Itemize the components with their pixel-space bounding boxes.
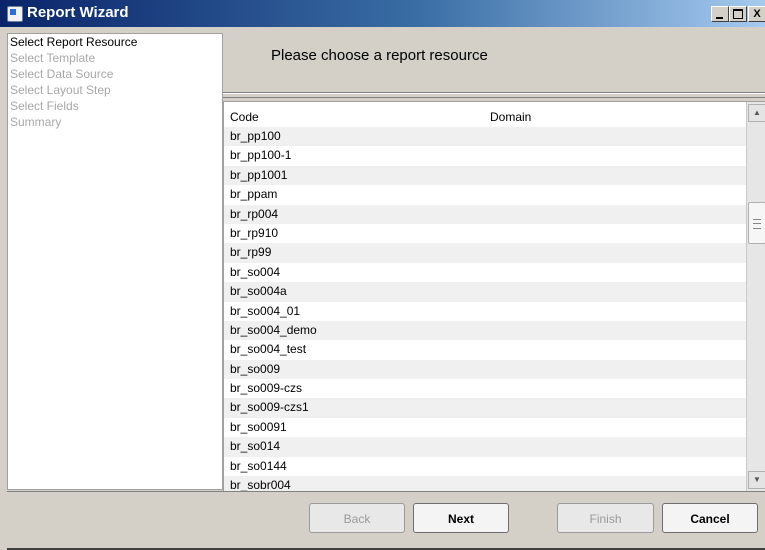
step-select-template: Select Template [10, 51, 96, 65]
table-row[interactable]: br_so009-czs [224, 379, 746, 399]
table-row[interactable]: br_so0091 [224, 417, 746, 438]
step-summary: Summary [10, 115, 62, 129]
step-select-report-resource: Select Report Resource [10, 35, 138, 49]
maximize-icon [733, 9, 743, 19]
header-divider-highlight [223, 93, 765, 94]
minimize-icon [716, 17, 723, 19]
resource-table[interactable]: Code Domain br_pp100 br_pp100-1 br_pp1001 b… [223, 101, 765, 492]
table-row[interactable]: br_so0144 [224, 456, 746, 477]
header-divider-lower [223, 97, 765, 98]
vertical-scrollbar[interactable]: ▲ ▼ [746, 102, 765, 491]
table-row[interactable]: br_so004_01 [224, 301, 746, 321]
cancel-button[interactable]: Cancel [662, 503, 758, 533]
table-row[interactable]: br_so004_demo [224, 320, 746, 341]
table-body: br_pp100 br_pp100-1 br_pp1001 br_ppam br_rp0… [224, 127, 746, 491]
wizard-header: Please choose a report resource [223, 33, 765, 91]
table-row[interactable]: br_so009 [224, 359, 746, 380]
maximize-button[interactable] [729, 6, 747, 22]
minimize-button[interactable] [711, 6, 729, 22]
table-row[interactable]: br_so004a [224, 282, 746, 302]
table-row[interactable]: br_so014 [224, 437, 746, 457]
wizard-steps-panel: Select Report Resource Select Template S… [7, 33, 223, 490]
step-select-fields: Select Fields [10, 99, 79, 113]
grip-icon [753, 219, 761, 229]
step-select-layout-step: Select Layout Step [10, 83, 111, 97]
close-button[interactable]: X [748, 6, 765, 22]
table-row[interactable]: br_rp99 [224, 243, 746, 263]
scrollbar-thumb[interactable] [748, 202, 765, 244]
footer-divider [7, 491, 765, 492]
table-row[interactable]: br_pp100-1 [224, 146, 746, 166]
table-row[interactable]: br_rp910 [224, 223, 746, 244]
chevron-down-icon[interactable]: ▼ [748, 471, 765, 489]
title-bar[interactable]: Report Wizard X [0, 0, 765, 27]
close-icon: X [753, 8, 761, 20]
table-row[interactable]: br_rp004 [224, 204, 746, 224]
wizard-prompt: Please choose a report resource [271, 47, 488, 64]
wizard-footer: Back Next Finish Cancel [0, 491, 765, 550]
next-button[interactable]: Next [413, 503, 509, 533]
table-row[interactable]: br_sobr004 [224, 476, 746, 491]
table-row[interactable]: br_pp100 [224, 127, 746, 147]
chevron-up-icon[interactable]: ▲ [748, 104, 765, 122]
finish-button[interactable]: Finish [557, 503, 654, 533]
table-row[interactable]: br_pp1001 [224, 165, 746, 186]
app-icon [7, 6, 23, 22]
window-title: Report Wizard [27, 4, 129, 21]
report-wizard-window: Report Wizard X Select Report Resource S… [0, 0, 765, 550]
table-row[interactable]: br_so009-czs1 [224, 398, 746, 418]
table-row[interactable]: br_ppam [224, 185, 746, 205]
step-select-data-source: Select Data Source [10, 67, 114, 81]
table-header: Code Domain [224, 107, 746, 127]
table-row[interactable]: br_so004 [224, 262, 746, 283]
table-row[interactable]: br_so004_test [224, 340, 746, 360]
column-header-code[interactable]: Code [230, 110, 259, 124]
column-header-domain[interactable]: Domain [490, 110, 531, 124]
back-button[interactable]: Back [309, 503, 405, 533]
